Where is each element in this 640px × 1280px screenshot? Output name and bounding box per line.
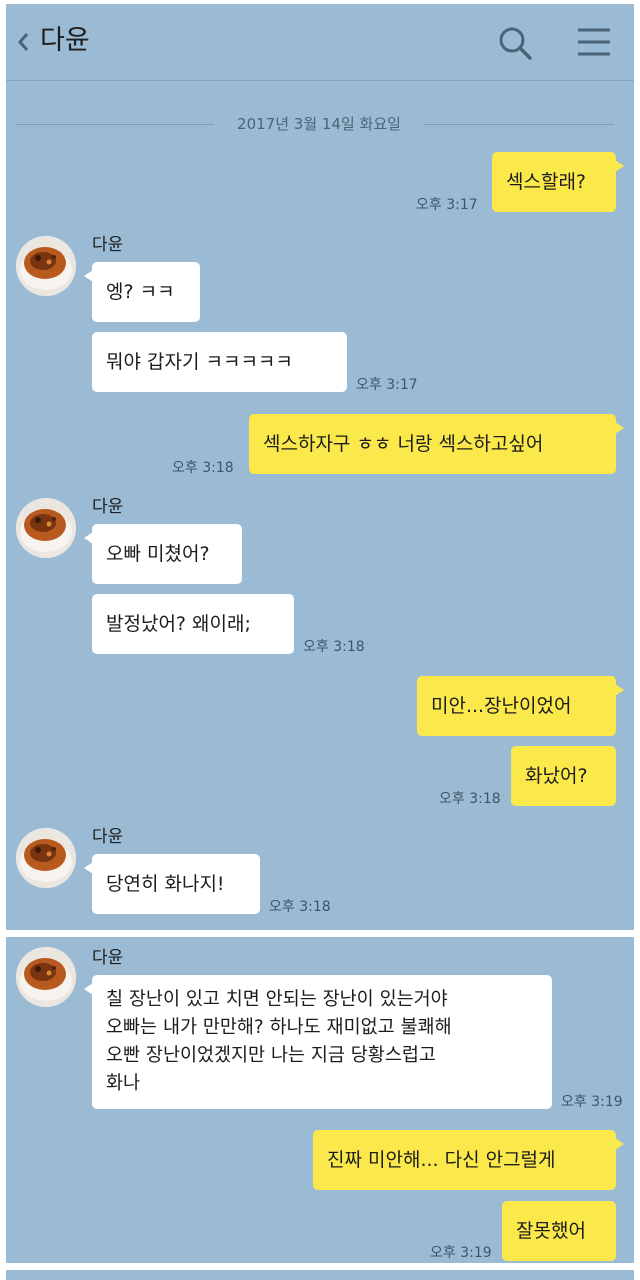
my-message-bubble[interactable]: 잘못했어 — [502, 1201, 616, 1261]
sender-name: 다윤 — [92, 497, 124, 517]
hamburger-menu-icon[interactable] — [576, 24, 612, 60]
my-message-bubble[interactable]: 진짜 미안해... 다신 안그럴게 — [313, 1130, 624, 1190]
search-icon[interactable] — [496, 24, 534, 62]
their-message-bubble[interactable]: 뭐야 갑자기 ㅋㅋㅋㅋㅋ — [92, 332, 347, 392]
message-time: 오후 3:19 — [430, 1245, 492, 1261]
date-divider-line — [16, 124, 214, 125]
their-message-bubble[interactable]: 오빠 미쳤어? — [84, 524, 242, 584]
their-message-bubble[interactable]: 당연히 화나지! — [84, 854, 260, 914]
message-time: 오후 3:18 — [172, 460, 234, 476]
message-time: 오후 3:18 — [439, 791, 501, 807]
their-message-bubble[interactable]: 발정났어? 왜이래; — [92, 594, 294, 654]
my-message-bubble[interactable]: 화났어? — [511, 746, 616, 806]
message-time: 오후 3:18 — [269, 899, 331, 915]
chat-header: 다윤 — [6, 4, 634, 81]
date-divider: 2017년 3월 14일 화요일 — [237, 115, 401, 133]
my-message-bubble[interactable]: 섹스할래? — [492, 152, 624, 212]
chat-screen: 다윤 2017년 3월 14일 화요일 섹스할래? 오후 3:17 다윤 엥? … — [6, 4, 634, 930]
message-time: 오후 3:19 — [561, 1094, 623, 1110]
chat-screen-continued: 다윤 칠 장난이 있고 치면 안되는 장난이 있는거야 오빠는 내가 만만해? … — [6, 937, 634, 1263]
food-photo-icon — [16, 828, 76, 888]
chevron-left-icon[interactable] — [16, 31, 30, 53]
my-message-bubble[interactable]: 섹스하자구 ㅎㅎ 너랑 섹스하고싶어 — [249, 414, 624, 474]
sender-name: 다윤 — [92, 948, 124, 968]
food-photo-icon — [16, 947, 76, 1007]
sender-name: 다윤 — [92, 235, 124, 255]
message-time: 오후 3:18 — [303, 639, 365, 655]
food-photo-icon — [16, 498, 76, 558]
profile-avatar[interactable] — [16, 828, 76, 888]
profile-avatar[interactable] — [16, 947, 76, 1007]
their-message-bubble[interactable]: 칠 장난이 있고 치면 안되는 장난이 있는거야 오빠는 내가 만만해? 하나도… — [84, 975, 552, 1109]
their-message-bubble[interactable]: 엥? ㅋㅋ — [84, 262, 200, 322]
date-divider-line — [424, 124, 614, 125]
food-photo-icon — [16, 236, 76, 296]
chat-title: 다윤 — [40, 25, 90, 56]
profile-avatar[interactable] — [16, 236, 76, 296]
profile-avatar[interactable] — [16, 498, 76, 558]
message-time: 오후 3:17 — [416, 197, 478, 213]
my-message-bubble[interactable]: 미안...장난이었어 — [417, 676, 624, 736]
chat-screen-cut-off — [6, 1270, 634, 1280]
sender-name: 다윤 — [92, 827, 124, 847]
message-time: 오후 3:17 — [356, 377, 418, 393]
